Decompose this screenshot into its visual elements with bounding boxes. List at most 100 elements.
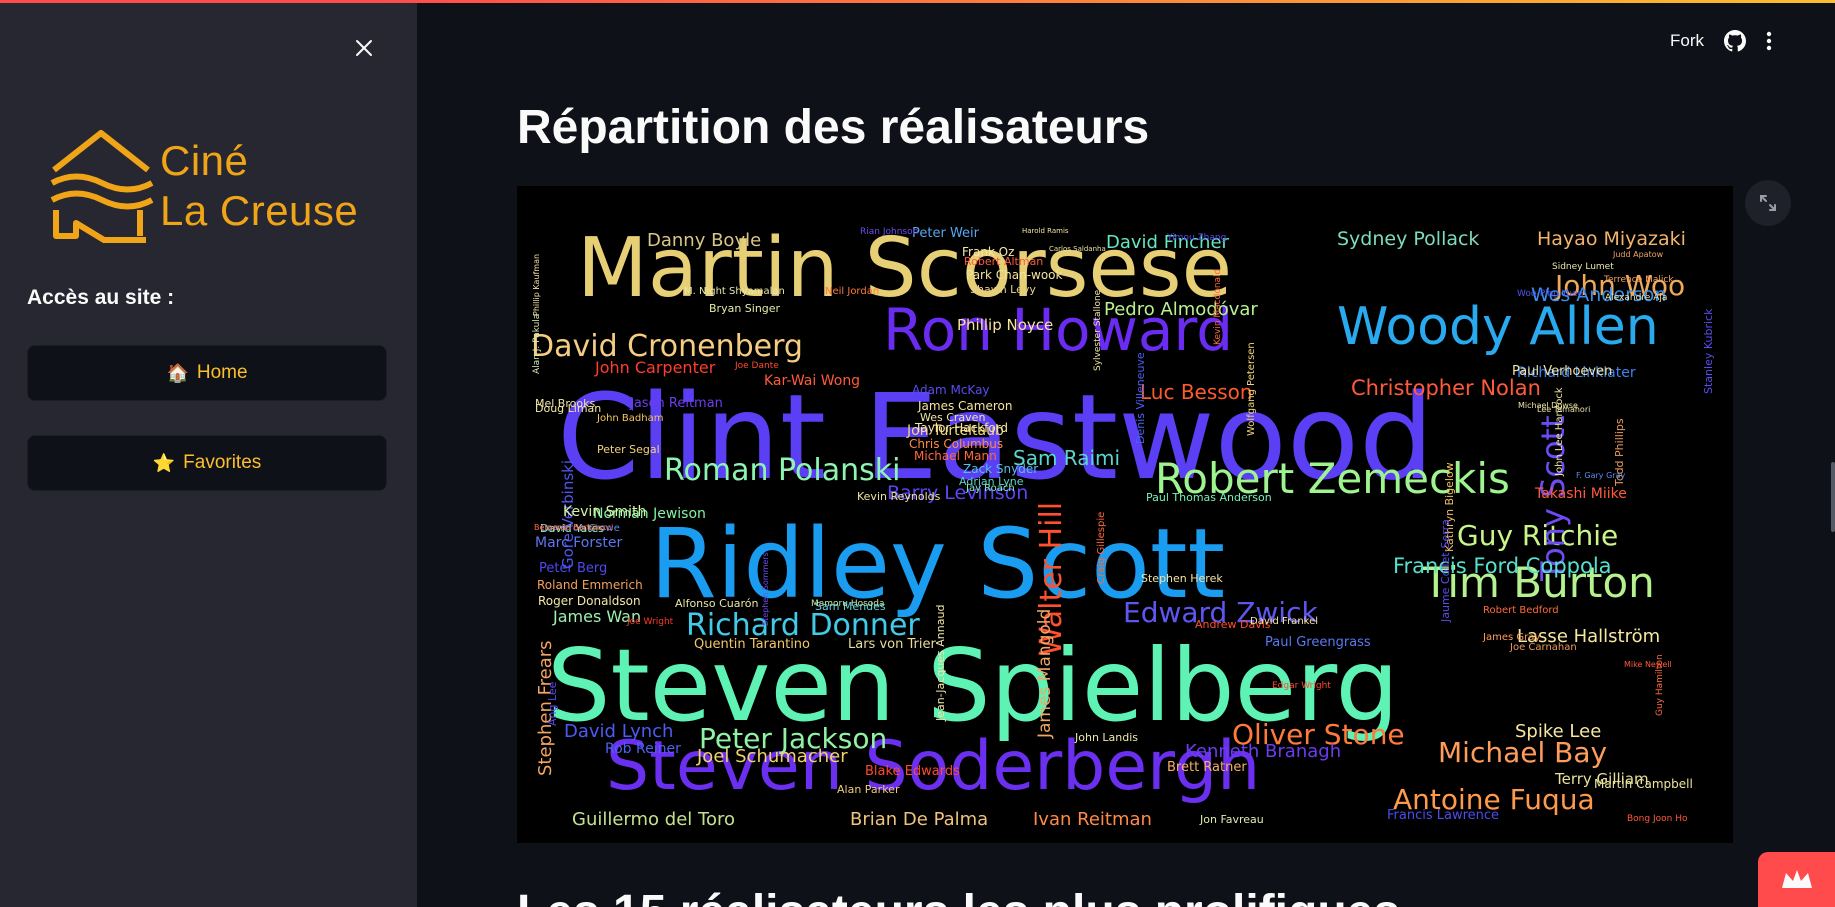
- wordcloud-word: Joe Carnahan: [1510, 642, 1577, 653]
- wordcloud-word: M. Night Shyamalan: [684, 286, 785, 297]
- wordcloud-word: Robert Bedford: [1483, 605, 1559, 616]
- wordcloud-word: Rob Reiner: [605, 741, 681, 757]
- scrollbar-thumb[interactable]: [1831, 462, 1835, 532]
- section-heading-top15: Les 15 réalisateurs les plus prolifiques: [517, 885, 1400, 907]
- wordcloud-word: Bernardo Bertolucci: [534, 523, 614, 532]
- home-button[interactable]: 🏠 Home: [27, 345, 387, 401]
- favorites-button[interactable]: ⭐ Favorites: [27, 435, 387, 491]
- wordcloud-word: Paul Verhoeven: [1512, 364, 1613, 379]
- wordcloud-word: Phillip Kaufman: [532, 253, 541, 316]
- wordcloud-word: Bryan Singer: [709, 302, 781, 315]
- page-title: Répartition des réalisateurs: [517, 101, 1150, 154]
- logo-line-1: Ciné: [160, 137, 249, 184]
- wordcloud-word: Terrence Malick: [1604, 275, 1674, 285]
- wordcloud-word: Brian De Palma: [850, 809, 989, 830]
- wordcloud-word: James Gray: [1483, 632, 1541, 643]
- wordcloud-word: Kenneth Branagh: [1185, 741, 1342, 762]
- wordcloud-word: Woo-Ping Yuen: [1517, 289, 1584, 299]
- wordcloud-word: Takashi Miike: [1535, 486, 1627, 502]
- wordcloud-word: Pedro Almodóvar: [1104, 299, 1258, 320]
- wordcloud-word: David Frankel: [1250, 616, 1319, 627]
- wordcloud-word: Sydney Pollack: [1337, 228, 1480, 250]
- wordcloud-word: Ang Lee: [546, 681, 559, 726]
- wordcloud-word: Christopher Nolan: [1351, 376, 1541, 400]
- wordcloud-word: Brett Ratner: [1167, 760, 1247, 775]
- wordcloud-word: John Badham: [597, 413, 664, 424]
- cine-la-creuse-logo: Ciné La Creuse: [46, 128, 376, 246]
- wordcloud-word: Peter Weir: [912, 226, 979, 241]
- logo-wordmark: Ciné La Creuse: [160, 136, 358, 236]
- wordcloud-word: Lars von Trier: [848, 637, 936, 652]
- wordcloud-word: Hayao Miyazaki: [1537, 228, 1686, 250]
- wordcloud-word: Yimou Zhang: [1167, 233, 1227, 243]
- expand-icon: [1760, 195, 1776, 211]
- wordcloud-word: Robert Altman: [964, 255, 1044, 268]
- wordcloud-word: Jay Roach: [966, 483, 1015, 494]
- wordcloud-word: Adam McKay: [912, 383, 990, 397]
- directors-wordcloud-image: Clint Eastwood Steven Spielberg Ridley Sco…: [517, 186, 1733, 843]
- favorites-button-label: Favorites: [183, 452, 262, 473]
- wordcloud-word: Kevin Smith: [563, 504, 647, 520]
- wordcloud-word: Stanley Kubrick: [1702, 308, 1715, 394]
- wordcloud-word: Alan Parker: [837, 783, 900, 796]
- wordcloud-word: Denis Villeneuve: [1134, 352, 1147, 444]
- top-accent-bar: [0, 0, 1835, 3]
- more-vertical-icon: [1766, 31, 1772, 51]
- wordcloud-word: James Mangold: [1035, 608, 1055, 738]
- wordcloud-word: Judd Apatow: [1613, 250, 1664, 259]
- house-logo-icon: [50, 130, 154, 243]
- wordcloud-word: Zack Snyder: [963, 462, 1039, 476]
- wordcloud-word: Roger Donaldson: [538, 594, 641, 608]
- wordcloud-word: Quentin Tarantino: [694, 637, 810, 652]
- github-icon: [1724, 30, 1746, 52]
- wordcloud-word: Mamoru Hosoda: [811, 599, 885, 609]
- wordcloud-word: Alan J. Pakula: [532, 313, 542, 374]
- wordcloud-word: Craig Gillespie: [1096, 511, 1107, 584]
- wordcloud-word: Peter Segal: [597, 443, 660, 456]
- main-menu-button[interactable]: [1766, 31, 1772, 51]
- wordcloud-word: Paul Greengrass: [1265, 635, 1371, 650]
- wordcloud-word: Mike Newell: [1624, 660, 1672, 669]
- wordcloud-word: Jason Reitman: [630, 396, 723, 411]
- wordcloud-word: Taylor Hackford: [915, 421, 1009, 435]
- wordcloud-word: Edgar Wright: [1272, 681, 1331, 691]
- wordcloud-word: Kar-Wai Wong: [764, 373, 861, 389]
- fork-button[interactable]: Fork: [1670, 31, 1704, 51]
- house-icon: 🏠: [166, 362, 189, 383]
- wordcloud-word: Jon Favreau: [1200, 813, 1264, 826]
- wordcloud-word: Stephen Herek: [1141, 572, 1223, 585]
- logo-line-2: La Creuse: [160, 187, 359, 234]
- streamlit-badge[interactable]: [1758, 852, 1835, 907]
- wordcloud-word: Rian Johnson: [860, 227, 919, 237]
- app-header-actions: Fork: [1670, 30, 1772, 52]
- access-label: Accès au site :: [27, 286, 175, 309]
- star-icon: ⭐: [152, 452, 176, 473]
- wordcloud-word: Shawn Levy: [970, 283, 1036, 296]
- wordcloud-word: Marc Forster: [535, 535, 623, 551]
- wordcloud-word: Joe Dante: [735, 361, 779, 371]
- wordcloud-word: Jaume Collet-Serra: [1439, 519, 1452, 622]
- wordcloud-word: Kevin Reynolds: [857, 490, 941, 503]
- wordcloud-word: Kevin Macdonald: [1213, 268, 1223, 345]
- wordcloud-word: Lee Tamahori: [1537, 405, 1591, 414]
- wordcloud-word: Michael Bay: [1438, 736, 1608, 769]
- github-button[interactable]: [1724, 30, 1746, 52]
- wordcloud-word: Roland Emmerich: [537, 578, 643, 592]
- wordcloud-word: Michael Mann: [914, 449, 997, 463]
- close-sidebar-button[interactable]: [352, 36, 376, 60]
- wordcloud-word: David Lynch: [564, 721, 674, 742]
- wordcloud-word: Sidney Lumet: [1552, 262, 1614, 272]
- wordcloud-word: Woody Allen: [1337, 297, 1659, 357]
- wordcloud-word: Blake Edwards: [865, 764, 960, 779]
- crown-icon: [1781, 869, 1812, 888]
- home-button-label: Home: [196, 362, 248, 383]
- fullscreen-button[interactable]: [1745, 180, 1791, 226]
- wordcloud-word: Sylvester Stallone: [1093, 289, 1103, 371]
- wordcloud-word: Francis Lawrence: [1387, 808, 1500, 823]
- wordcloud-word: Francis Ford Coppola: [1393, 554, 1612, 578]
- wordcloud-word: Alfonso Cuarón: [675, 597, 759, 610]
- wordcloud-word: Martin Campbell: [1594, 777, 1693, 791]
- wordcloud-word: Luc Besson: [1140, 380, 1253, 404]
- wordcloud-word: Jean-Jacques Annaud: [934, 604, 947, 721]
- sidebar: Ciné La Creuse Accès au site : 🏠 Home ⭐ …: [0, 0, 417, 907]
